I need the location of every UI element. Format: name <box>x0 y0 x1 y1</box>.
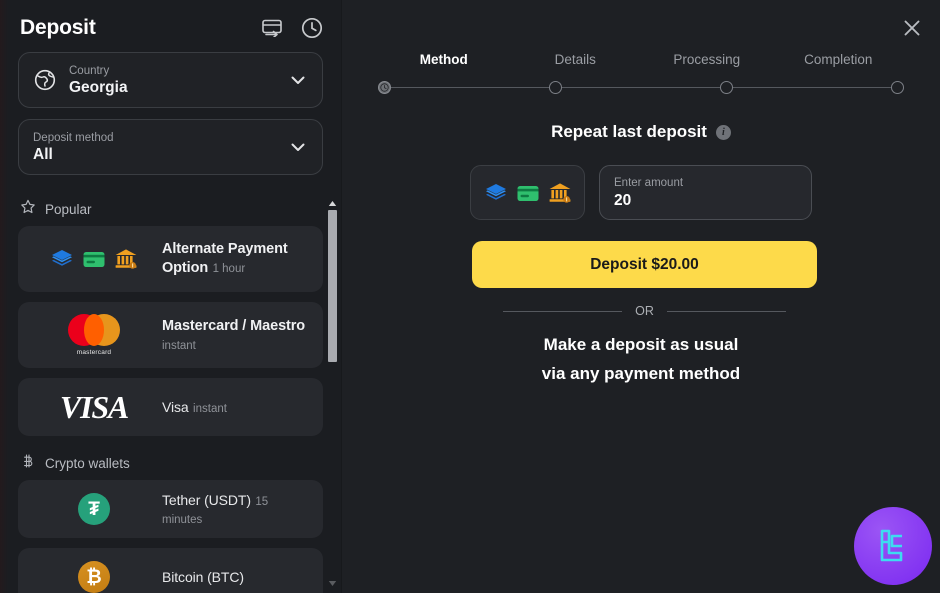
saved-method-icons[interactable] <box>470 165 585 220</box>
visa-logo: VISA <box>30 389 158 426</box>
list-item-eta: instant <box>162 339 196 352</box>
mastercard-wordmark: mastercard <box>76 349 112 356</box>
alternate-deposit-line-1: Make a deposit as usual <box>543 335 739 354</box>
amount-input-value[interactable]: 20 <box>614 191 797 210</box>
multi-method-icons <box>30 247 158 271</box>
deposit-method-select-label: Deposit method <box>33 131 114 144</box>
step-dot-processing[interactable] <box>720 80 733 94</box>
step-dot-method[interactable] <box>378 80 391 94</box>
group-header-popular: Popular <box>18 192 323 226</box>
list-item[interactable]: mastercard Mastercard / Maestro instant <box>18 302 323 368</box>
bitcoin-icon <box>20 453 36 474</box>
sidebar-scrollbar[interactable] <box>327 198 338 589</box>
usdt-glyph: ₮ <box>88 498 100 520</box>
list-item-name: Visa <box>162 398 189 415</box>
credit-card-icon <box>517 185 538 201</box>
list-item-eta: instant <box>193 402 227 415</box>
group-header-crypto-wallets: Crypto wallets <box>18 446 323 480</box>
btc-glyph: ₿ <box>86 566 102 588</box>
credit-card-icon <box>83 252 105 267</box>
globe-icon <box>33 68 57 92</box>
alternate-deposit-text: Make a deposit as usual via any payment … <box>342 330 940 388</box>
layers-icon <box>485 183 506 200</box>
repeat-last-deposit-heading: Repeat last deposit i <box>342 122 940 142</box>
star-icon <box>20 199 36 220</box>
scroll-down-arrow[interactable] <box>327 578 338 589</box>
chat-widget-button[interactable] <box>854 507 932 585</box>
bank-icon <box>549 182 570 203</box>
list-item-name: Bitcoin (BTC) <box>162 568 244 585</box>
group-title: Crypto wallets <box>45 456 130 471</box>
visa-wordmark: VISA <box>59 388 129 425</box>
list-item[interactable]: Alternate Payment Option 1 hour <box>18 226 323 292</box>
layers-icon <box>52 250 72 266</box>
close-icon[interactable] <box>896 12 928 44</box>
payment-method-list[interactable]: Popular Alternate Payment Option 1 hour … <box>0 192 341 593</box>
step-label-processing: Processing <box>673 52 741 67</box>
main-panel: Method Details Processing Completion Rep… <box>342 0 940 593</box>
step-label-details: Details <box>554 52 596 67</box>
chevron-down-icon[interactable] <box>288 137 308 157</box>
list-item-eta: 1 hour <box>212 263 246 275</box>
group-title: Popular <box>45 202 92 217</box>
history-clock-icon[interactable] <box>301 17 323 39</box>
list-item[interactable]: ₮ Tether (USDT) 15 minutes <box>18 480 323 538</box>
alternate-deposit-line-2: via any payment method <box>541 364 741 383</box>
info-icon[interactable]: i <box>715 125 731 141</box>
deposit-method-select-value: All <box>33 145 53 163</box>
sidebar: Deposit Country Georgia Deposit method A… <box>0 0 342 593</box>
or-divider: OR <box>503 304 786 318</box>
step-dot-details[interactable] <box>549 80 562 94</box>
filters: Country Georgia Deposit method All <box>0 52 341 175</box>
divider-line-left <box>503 310 623 312</box>
repeat-deposit-row: Enter amount 20 <box>342 165 940 220</box>
amount-input[interactable]: Enter amount 20 <box>599 165 812 220</box>
list-item[interactable]: VISA Visa instant <box>18 378 323 436</box>
divider-line-right <box>666 310 786 312</box>
deposit-modal: Deposit Country Georgia Deposit method A… <box>0 0 940 593</box>
bitcoin-coin-icon: ₿ <box>30 561 158 593</box>
sidebar-header: Deposit <box>0 0 341 52</box>
deposit-button[interactable]: Deposit $20.00 <box>472 241 817 288</box>
scrollbar-thumb[interactable] <box>328 210 337 362</box>
bank-icon <box>115 249 137 269</box>
repeat-last-deposit-text: Repeat last deposit <box>551 122 707 141</box>
step-dot-completion[interactable] <box>891 80 904 94</box>
list-item-name: Mastercard / Maestro <box>162 317 306 334</box>
progress-stepper: Method Details Processing Completion <box>378 52 904 94</box>
amount-input-label: Enter amount <box>614 176 684 189</box>
chevron-down-icon[interactable] <box>288 70 308 90</box>
country-select-value: Georgia <box>69 78 128 96</box>
step-label-completion: Completion <box>804 52 873 67</box>
country-select[interactable]: Country Georgia <box>18 52 323 108</box>
deposit-method-select[interactable]: Deposit method All <box>18 119 323 175</box>
list-item[interactable]: ₿ Bitcoin (BTC) <box>18 548 323 593</box>
scroll-up-arrow[interactable] <box>327 198 338 209</box>
tether-coin-icon: ₮ <box>30 493 158 525</box>
list-item-name: Tether (USDT) <box>162 491 251 508</box>
header-icon-group <box>262 17 323 39</box>
or-label: OR <box>635 304 654 318</box>
step-label-method: Method <box>419 52 468 67</box>
card-transfer-icon[interactable] <box>262 19 284 37</box>
country-select-label: Country <box>69 64 110 77</box>
mastercard-logo: mastercard <box>30 314 158 356</box>
page-title: Deposit <box>20 16 96 39</box>
chat-widget-logo <box>880 529 903 562</box>
